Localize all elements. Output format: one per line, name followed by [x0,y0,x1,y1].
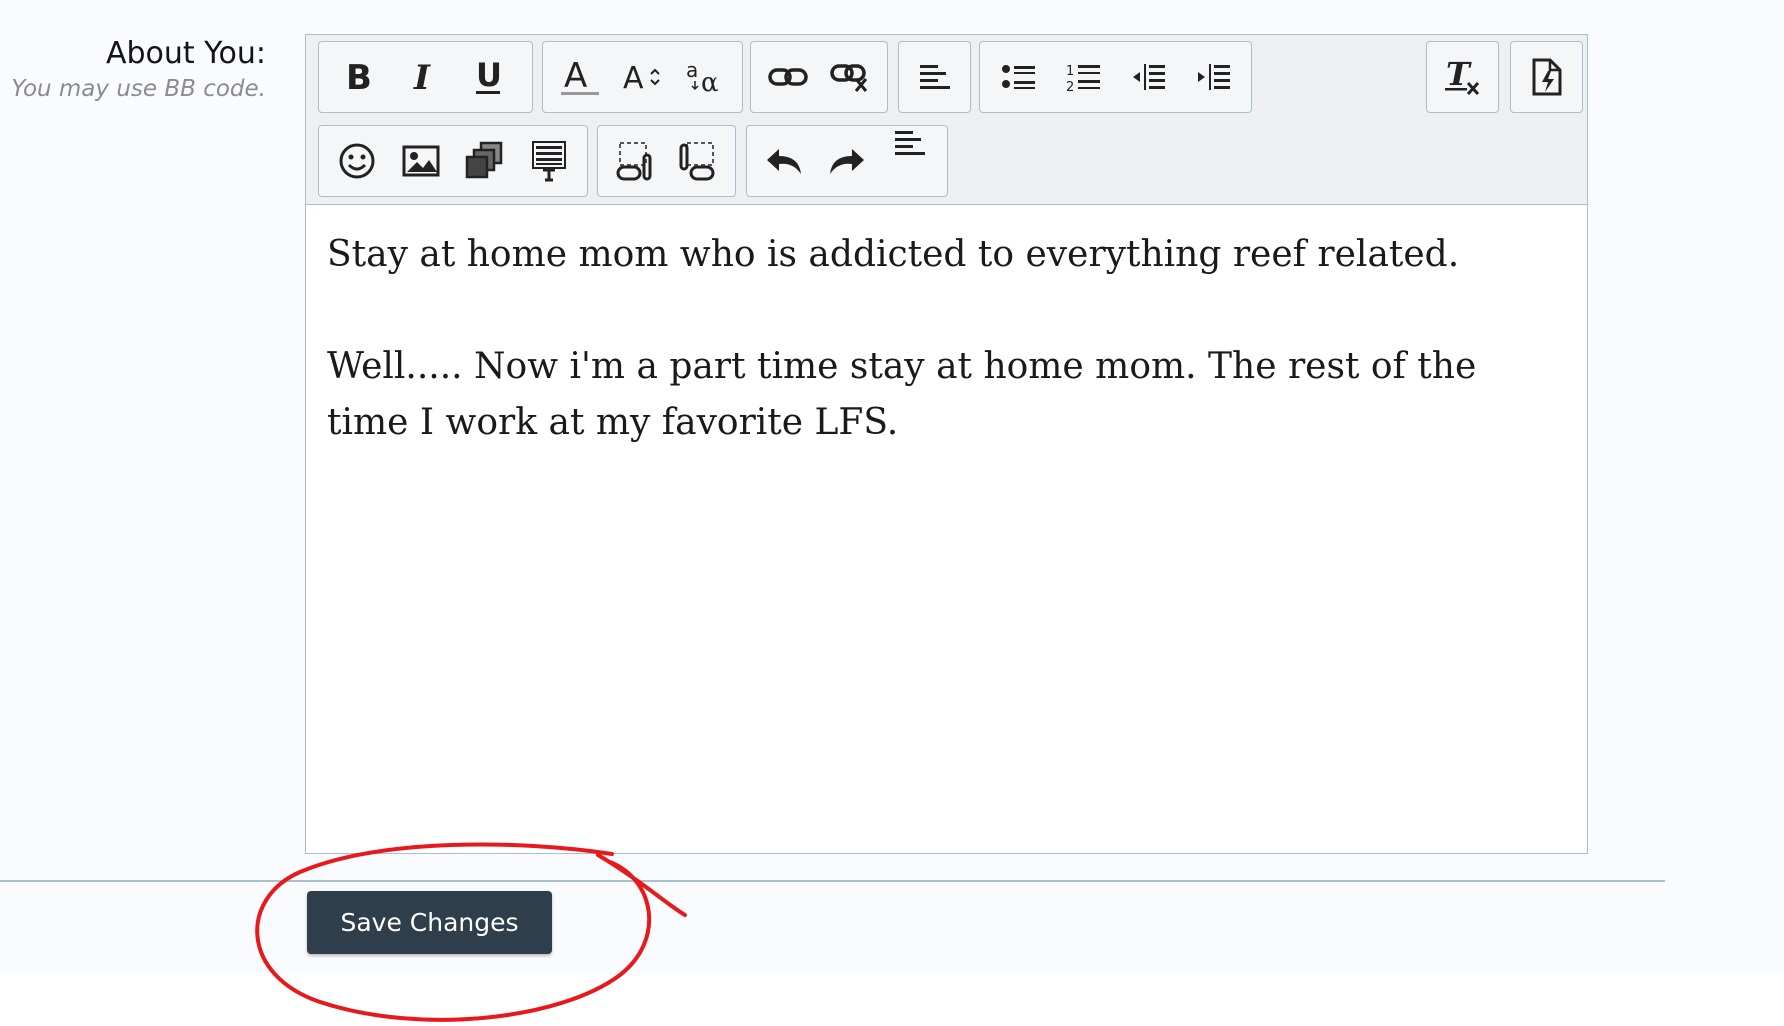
text-color-button[interactable]: A [549,47,611,107]
svg-text:U: U [476,58,502,94]
bullet-list-icon [1002,65,1036,89]
underline-icon: U [475,58,502,94]
about-you-label: About You: [105,36,266,71]
align-left-icon [919,65,950,89]
svg-text:B: B [346,60,372,94]
italic-button[interactable]: I [390,47,455,107]
svg-text:1: 1 [1066,64,1074,79]
toolbar-group-font: A A aα [542,41,743,113]
toggle-source-button[interactable] [1517,47,1576,107]
insert-image-button[interactable] [389,131,453,191]
font-size-icon: A [623,61,661,94]
link-icon [768,68,808,86]
remove-format-icon: T [1444,57,1479,96]
toolbar-group-format: T [1426,41,1499,113]
image-icon [402,145,440,177]
editor-paragraph: Stay at home mom who is addicted to ever… [327,234,1460,275]
toolbar-group-lists: 12 [979,41,1252,113]
undo-button[interactable] [753,131,816,191]
indent-icon [1197,64,1230,90]
redo-button[interactable] [816,131,879,191]
toolbar-group-mode [1510,41,1583,113]
numbered-list-button[interactable]: 12 [1051,47,1116,107]
svg-text:a: a [686,59,698,82]
svg-text:A: A [564,57,587,96]
delete-draft-button[interactable] [667,131,730,191]
align-toggle-button[interactable] [878,131,941,191]
save-draft-icon [616,142,652,181]
align-left-icon [894,131,925,155]
outdent-icon [1132,64,1165,90]
editor-toolbar: B I U A A aα 1 2 T [306,35,1587,205]
bullet-list-button[interactable] [986,47,1051,107]
numbered-list-icon: 12 [1066,64,1101,92]
remove-format-button[interactable]: T [1433,47,1492,107]
bold-button[interactable]: B [325,47,390,107]
outdent-button[interactable] [1116,47,1181,107]
align-left-button[interactable] [905,47,964,107]
toolbar-group-align [898,41,971,113]
svg-text:I: I [413,60,431,94]
text-color-icon: A [561,57,600,96]
unlink-button[interactable] [819,47,881,107]
form-divider [0,880,1665,882]
toolbar-group-links [750,41,888,113]
bold-icon: B [346,60,372,94]
save-changes-button[interactable]: Save Changes [307,891,552,954]
svg-text:α: α [701,68,719,95]
rich-text-editor: B I U A A aα 1 2 T Stay at home mom who … [305,34,1588,854]
field-label-column: About You: You may use BB code. [11,34,266,102]
toolbar-group-drafts [597,125,736,197]
form-area: About You: You may use BB code. B I U A [0,0,1784,975]
unlink-icon [830,64,868,92]
svg-text:A: A [623,61,644,94]
indent-button[interactable] [1180,47,1245,107]
redo-icon [830,149,864,174]
font-size-button[interactable]: A [611,47,673,107]
svg-text:T: T [1446,57,1472,93]
smilie-icon [339,143,375,179]
code-icon [532,141,566,182]
toolbar-group-text-style: B I U [318,41,533,113]
save-draft-button[interactable] [604,131,667,191]
media-icon [465,141,503,179]
toolbar-group-history [746,125,948,197]
italic-icon: I [413,60,431,94]
font-family-icon: aα [686,59,719,95]
smilie-button[interactable] [325,131,389,191]
editor-paragraph: Well..... Now i'm a part time stay at ho… [327,346,1477,443]
underline-button[interactable]: U [455,47,520,107]
editor-content[interactable]: Stay at home mom who is addicted to ever… [306,205,1587,853]
link-button[interactable] [757,47,819,107]
font-family-button[interactable]: aα [674,47,736,107]
bb-code-hint: You may use BB code. [11,76,266,102]
toolbar-group-insert [318,125,588,197]
svg-text:2: 2 [1066,80,1074,92]
insert-media-button[interactable] [453,131,517,191]
insert-code-button[interactable] [517,131,581,191]
toggle-source-icon [1532,58,1561,96]
delete-draft-icon [679,142,715,181]
undo-icon [767,149,802,174]
